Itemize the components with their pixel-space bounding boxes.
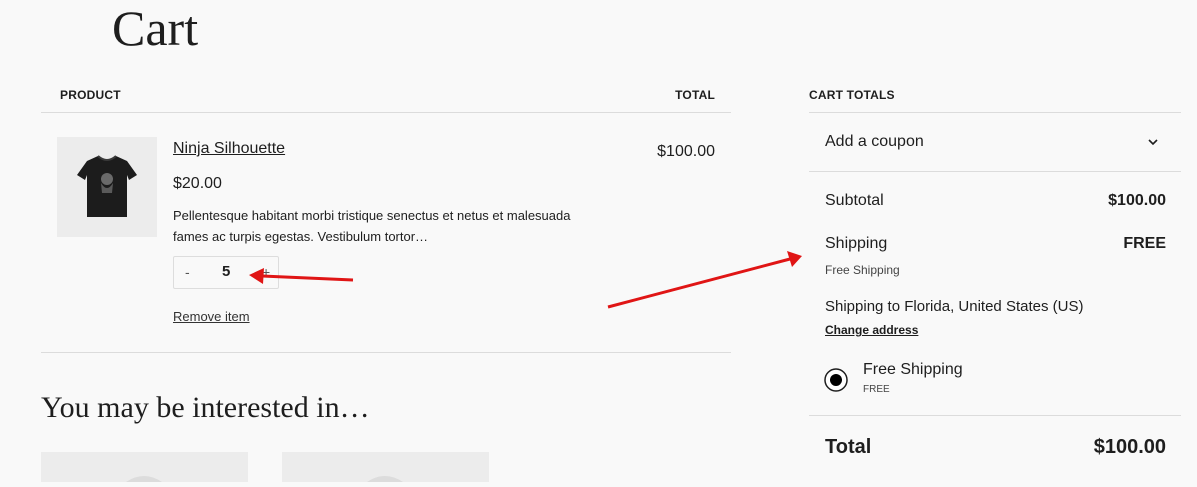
arrow-to-shipping — [607, 251, 802, 309]
annotation-arrows — [249, 251, 802, 309]
arrow-to-quantity — [249, 268, 354, 284]
